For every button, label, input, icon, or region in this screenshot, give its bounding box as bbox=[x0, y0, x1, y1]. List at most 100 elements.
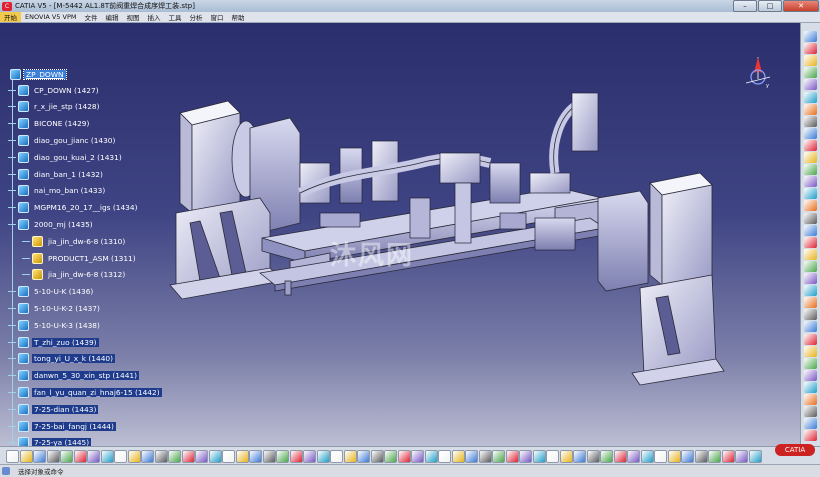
tree-node-label[interactable]: CP_DOWN (1427) bbox=[32, 86, 101, 95]
menu-item[interactable]: 帮助 bbox=[227, 12, 248, 22]
toolbar-tool-icon[interactable] bbox=[804, 200, 817, 212]
tree-node-label[interactable]: 5-10-U-K-2 (1437) bbox=[32, 304, 102, 313]
toolbar-tool-icon[interactable] bbox=[804, 430, 817, 442]
toolbar-tool-icon[interactable] bbox=[804, 236, 817, 248]
toolbar-tool-icon[interactable] bbox=[804, 188, 817, 200]
tree-node[interactable]: T_zhi_zuo (1439) bbox=[8, 336, 99, 348]
tree-node-label[interactable]: PRODUCT1_ASM (1311) bbox=[46, 254, 138, 263]
toolbar-tool-icon[interactable] bbox=[627, 450, 640, 463]
toolbar-tool-icon[interactable] bbox=[100, 450, 114, 463]
menu-item[interactable]: 开始 bbox=[0, 12, 21, 22]
toolbar-tool-icon[interactable] bbox=[276, 450, 289, 463]
toolbar-tool-icon[interactable] bbox=[804, 381, 817, 393]
toolbar-tool-icon[interactable] bbox=[235, 450, 249, 463]
toolbar-tool-icon[interactable] bbox=[721, 450, 735, 463]
toolbar-tool-icon[interactable] bbox=[600, 450, 613, 463]
tree-node[interactable]: danwn_5_30_xin_stp (1441) bbox=[8, 370, 139, 382]
toolbar-tool-icon[interactable] bbox=[330, 450, 343, 463]
toolbar-tool-icon[interactable] bbox=[46, 450, 60, 463]
toolbar-tool-icon[interactable] bbox=[586, 450, 600, 463]
toolbar-tool-icon[interactable] bbox=[424, 450, 438, 463]
toolbar-tool-icon[interactable] bbox=[804, 224, 817, 236]
tree-node-label[interactable]: MGPM16_20_17__igs (1434) bbox=[32, 203, 139, 212]
toolbar-tool-icon[interactable] bbox=[370, 450, 384, 463]
toolbar-tool-icon[interactable] bbox=[262, 450, 276, 463]
menu-item[interactable]: 分析 bbox=[185, 12, 206, 22]
tree-node-label[interactable]: dian_ban_1 (1432) bbox=[32, 170, 105, 179]
toolbar-tool-icon[interactable] bbox=[60, 450, 73, 463]
tree-node-label[interactable]: T_zhi_zuo (1439) bbox=[32, 337, 99, 347]
tree-node[interactable]: dian_ban_1 (1432) bbox=[8, 168, 105, 180]
tree-node-label[interactable]: jia_jin_dw-6-8 (1310) bbox=[46, 237, 127, 246]
menu-item[interactable]: 编辑 bbox=[101, 12, 122, 22]
toolbar-tool-icon[interactable] bbox=[465, 450, 478, 463]
tree-node[interactable]: BICONE (1429) bbox=[8, 118, 91, 130]
toolbar-tool-icon[interactable] bbox=[804, 369, 817, 381]
toolbar-tool-icon[interactable] bbox=[804, 31, 817, 42]
catia-icon[interactable]: C bbox=[2, 1, 12, 11]
toolbar-tool-icon[interactable] bbox=[519, 450, 532, 463]
tree-node[interactable]: PRODUCT1_ASM (1311) bbox=[22, 252, 138, 264]
toolbar-tool-icon[interactable] bbox=[804, 394, 817, 405]
tree-node[interactable]: 5-10-U-K-2 (1437) bbox=[8, 302, 102, 314]
toolbar-tool-icon[interactable] bbox=[19, 450, 33, 463]
toolbar-tool-icon[interactable] bbox=[804, 152, 817, 163]
toolbar-tool-icon[interactable] bbox=[87, 450, 100, 463]
toolbar-tool-icon[interactable] bbox=[114, 450, 127, 463]
tree-node[interactable]: jia_jin_dw-6-8 (1310) bbox=[22, 235, 127, 247]
toolbar-tool-icon[interactable] bbox=[316, 450, 330, 463]
tree-node[interactable]: r_x_jie_stp (1428) bbox=[8, 101, 102, 113]
toolbar-tool-icon[interactable] bbox=[505, 450, 519, 463]
tree-node-label[interactable]: danwn_5_30_xin_stp (1441) bbox=[32, 371, 139, 381]
toolbar-tool-icon[interactable] bbox=[694, 450, 708, 463]
tree-node[interactable]: fan_l_yu_quan_zi_hnaj6-15 (1442) bbox=[8, 386, 162, 398]
tree-node-label[interactable]: diao_gou_kuai_2 (1431) bbox=[32, 153, 124, 162]
toolbar-tool-icon[interactable] bbox=[384, 450, 397, 463]
tree-node[interactable]: MGPM16_20_17__igs (1434) bbox=[8, 202, 139, 214]
toolbar-tool-icon[interactable] bbox=[168, 450, 181, 463]
menu-item[interactable]: 文件 bbox=[80, 12, 101, 22]
toolbar-tool-icon[interactable] bbox=[804, 418, 817, 430]
toolbar-tool-icon[interactable] bbox=[735, 450, 748, 463]
tree-node[interactable]: 7-25-bai_fangj (1444) bbox=[8, 420, 116, 432]
tree-node-label[interactable]: 7-25-dian (1443) bbox=[32, 404, 99, 414]
toolbar-tool-icon[interactable] bbox=[804, 55, 817, 67]
tree-node-label[interactable]: nai_mo_ban (1433) bbox=[32, 186, 107, 195]
toolbar-tool-icon[interactable] bbox=[33, 450, 46, 463]
toolbar-tool-icon[interactable] bbox=[804, 260, 817, 272]
toolbar-tool-icon[interactable] bbox=[748, 450, 762, 463]
toolbar-tool-icon[interactable] bbox=[804, 345, 817, 357]
toolbar-tool-icon[interactable] bbox=[654, 450, 667, 463]
toolbar-tool-icon[interactable] bbox=[141, 450, 154, 463]
toolbar-tool-icon[interactable] bbox=[559, 450, 573, 463]
toolbar-tool-icon[interactable] bbox=[804, 273, 817, 284]
toolbar-tool-icon[interactable] bbox=[804, 176, 817, 188]
tree-node[interactable]: 2000_mj (1435) bbox=[8, 218, 95, 230]
toolbar-tool-icon[interactable] bbox=[478, 450, 492, 463]
tree-node-label[interactable]: 5-10-U-K-3 (1438) bbox=[32, 321, 102, 330]
menu-item[interactable]: 视图 bbox=[122, 12, 143, 22]
toolbar-tool-icon[interactable] bbox=[438, 450, 451, 463]
toolbar-tool-icon[interactable] bbox=[804, 115, 817, 127]
toolbar-tool-icon[interactable] bbox=[195, 450, 208, 463]
toolbar-tool-icon[interactable] bbox=[397, 450, 411, 463]
tree-node-label[interactable]: BICONE (1429) bbox=[32, 119, 91, 128]
toolbar-tool-icon[interactable] bbox=[208, 450, 222, 463]
tree-node-label[interactable]: tong_yi_U_x_k (1440) bbox=[32, 354, 115, 364]
toolbar-tool-icon[interactable] bbox=[222, 450, 235, 463]
toolbar-tool-icon[interactable] bbox=[681, 450, 694, 463]
toolbar-tool-icon[interactable] bbox=[804, 248, 817, 260]
toolbar-tool-icon[interactable] bbox=[804, 139, 817, 151]
menu-item[interactable]: 插入 bbox=[143, 12, 164, 22]
tree-node[interactable]: tong_yi_U_x_k (1440) bbox=[8, 353, 115, 365]
toolbar-tool-icon[interactable] bbox=[708, 450, 721, 463]
menu-item[interactable]: ENOVIA V5 VPM bbox=[21, 13, 80, 21]
toolbar-tool-icon[interactable] bbox=[667, 450, 681, 463]
toolbar-tool-icon[interactable] bbox=[411, 450, 424, 463]
toolbar-tool-icon[interactable] bbox=[546, 450, 559, 463]
toolbar-tool-icon[interactable] bbox=[804, 67, 817, 79]
tree-node-label[interactable]: r_x_jie_stp (1428) bbox=[32, 102, 102, 111]
toolbar-tool-icon[interactable] bbox=[804, 164, 817, 176]
toolbar-tool-icon[interactable] bbox=[451, 450, 465, 463]
toolbar-tool-icon[interactable] bbox=[804, 357, 817, 369]
